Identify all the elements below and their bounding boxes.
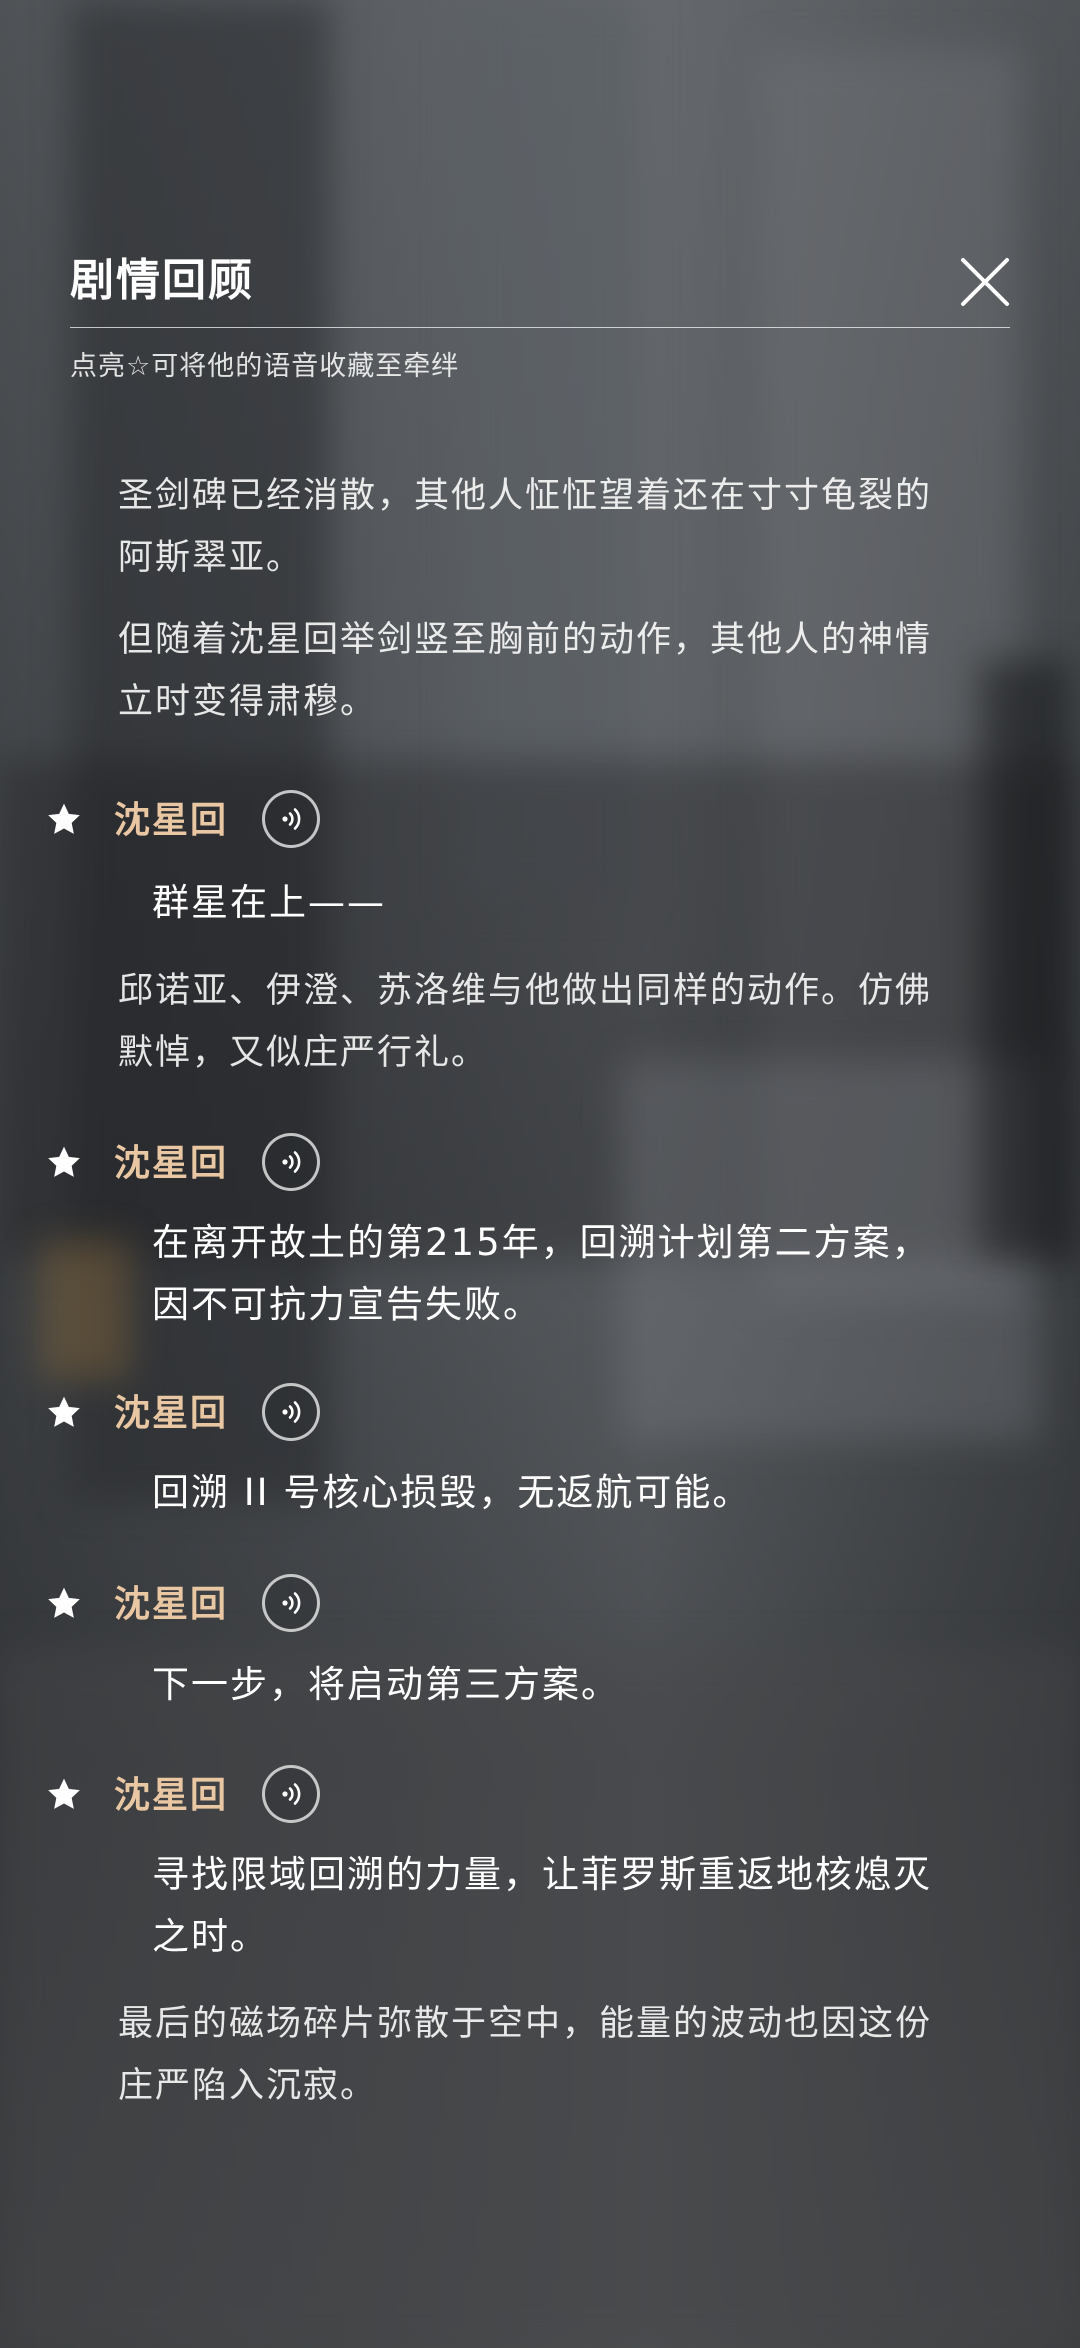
dialogue-line: 回溯 II 号核心损毁，无返航可能。 bbox=[152, 1471, 752, 1514]
speaker-name: 沈星回 bbox=[114, 1142, 229, 1184]
narration-paragraph: 但随着沈星回举剑竖至胸前的动作，其他人的神情立时变得肃穆。 bbox=[118, 620, 933, 722]
narration-paragraph: 邱诺亚、伊澄、苏洛维与他做出同样的动作。仿佛默悼，又似庄严行礼。 bbox=[118, 971, 933, 1073]
favorite-star-button[interactable] bbox=[44, 1584, 84, 1624]
speaker-name: 沈星回 bbox=[114, 1774, 229, 1816]
dialogue-line: 寻找限域回溯的力量，让菲罗斯重返地核熄灭之时。 bbox=[152, 1853, 932, 1958]
star-icon bbox=[48, 1778, 80, 1809]
voice-play-button[interactable] bbox=[262, 1133, 320, 1191]
star-icon bbox=[48, 1396, 80, 1427]
dialogue-speaker-row: 沈星回 bbox=[44, 1765, 344, 1825]
speaker-name: 沈星回 bbox=[114, 1392, 229, 1434]
close-button[interactable] bbox=[955, 252, 1015, 312]
dialogue-speaker-row: 沈星回 bbox=[44, 1383, 344, 1443]
dialogue-line: 下一步，将启动第三方案。 bbox=[152, 1663, 620, 1706]
dialogue-speaker-row: 沈星回 bbox=[44, 1574, 344, 1634]
voice-play-icon bbox=[282, 1151, 301, 1173]
voice-play-icon bbox=[282, 1783, 301, 1805]
close-icon bbox=[961, 258, 1009, 306]
dialogue-speaker-row: 沈星回 bbox=[44, 790, 344, 850]
star-icon bbox=[48, 1587, 80, 1618]
voice-play-button[interactable] bbox=[262, 1765, 320, 1823]
favorite-hint: 点亮☆可将他的语音收藏至牵绊 bbox=[70, 351, 460, 382]
voice-play-icon bbox=[282, 1592, 301, 1614]
voice-play-button[interactable] bbox=[262, 1383, 320, 1441]
narration-paragraph: 圣剑碑已经消散，其他人怔怔望着还在寸寸龟裂的阿斯翠亚。 bbox=[118, 476, 933, 578]
voice-play-button[interactable] bbox=[262, 790, 320, 848]
star-icon bbox=[48, 1146, 80, 1177]
voice-play-icon bbox=[282, 808, 301, 830]
favorite-star-button[interactable] bbox=[44, 1775, 84, 1815]
favorite-star-button[interactable] bbox=[44, 800, 84, 840]
dialogue-line: 群星在上—— bbox=[152, 881, 386, 924]
speaker-name: 沈星回 bbox=[114, 1583, 229, 1625]
voice-play-icon bbox=[282, 1401, 301, 1423]
voice-play-button[interactable] bbox=[262, 1574, 320, 1632]
narration-paragraph: 最后的磁场碎片弥散于空中，能量的波动也因这份庄严陷入沉寂。 bbox=[118, 2004, 933, 2106]
header-divider bbox=[70, 327, 1010, 328]
page-title: 剧情回顾 bbox=[70, 255, 254, 306]
dialogue-line: 在离开故土的第215年，回溯计划第二方案，因不可抗力宣告失败。 bbox=[152, 1221, 931, 1326]
speaker-name: 沈星回 bbox=[114, 799, 229, 841]
favorite-star-button[interactable] bbox=[44, 1393, 84, 1433]
dialogue-speaker-row: 沈星回 bbox=[44, 1133, 344, 1193]
favorite-star-button[interactable] bbox=[44, 1143, 84, 1183]
star-icon bbox=[48, 803, 80, 834]
